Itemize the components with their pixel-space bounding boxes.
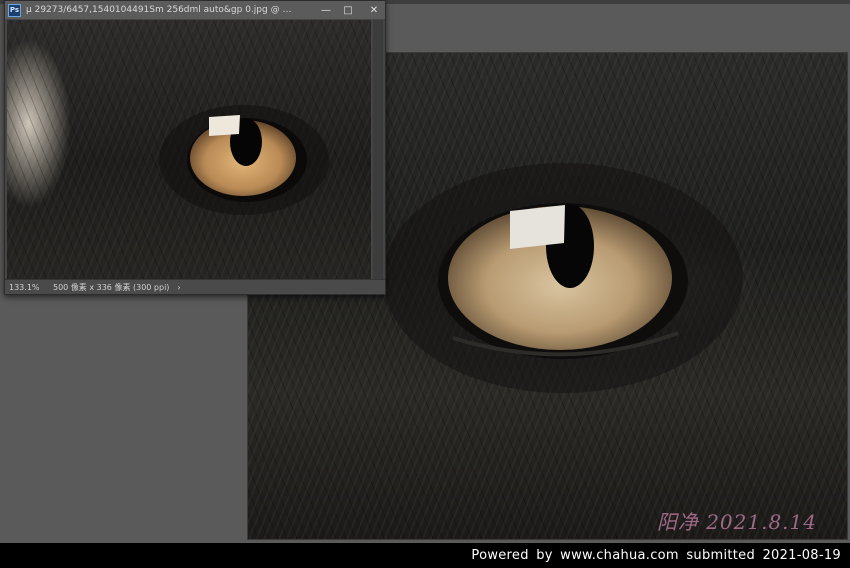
artist-signature: 阳净 2021.8.14 — [656, 510, 817, 534]
zoom-level-field[interactable]: 133.1% — [5, 283, 45, 292]
status-bar: 133.1% 500 像素 x 336 像素 (300 ppi) › — [5, 279, 385, 294]
reference-cat-eye — [159, 105, 329, 215]
vertical-scrollbar[interactable] — [373, 20, 383, 279]
workspace: 阳净 2021.8.14 Ps µ 29273/6457,1540104491S… — [0, 0, 850, 543]
photoshop-doc-icon: Ps — [8, 3, 21, 17]
document-size-info: 500 像素 x 336 像素 (300 ppi) — [53, 282, 170, 292]
close-button[interactable]: ✕ — [363, 2, 385, 18]
footer-credit-bar: Powered by www.chahua.com submitted 2021… — [0, 543, 850, 568]
document-titlebar[interactable]: Ps µ 29273/6457,1540104491Sm 256dml auto… — [5, 1, 385, 19]
minimize-button[interactable]: — — [315, 2, 337, 18]
reference-image[interactable] — [7, 20, 371, 279]
footer-credit: Powered by www.chahua.com submitted 2021… — [471, 548, 841, 563]
status-menu-arrow-icon[interactable]: › — [177, 283, 180, 292]
maximize-button[interactable]: □ — [337, 2, 359, 18]
document-title: µ 29273/6457,1540104491Sm 256dml auto&gp… — [26, 5, 296, 15]
document-window[interactable]: Ps µ 29273/6457,1540104491Sm 256dml auto… — [4, 0, 386, 295]
window-controls: — □ ✕ — [315, 2, 385, 18]
